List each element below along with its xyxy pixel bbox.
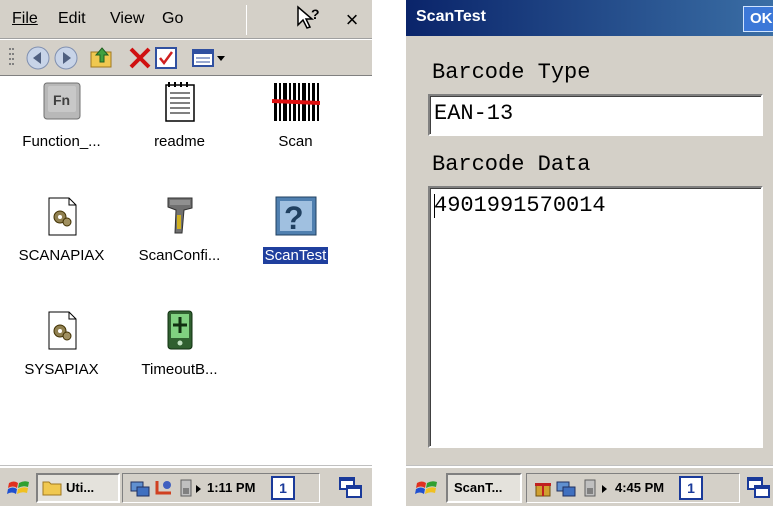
menu-edit[interactable]: Edit bbox=[58, 10, 86, 28]
file-item[interactable]: Fn Function_... bbox=[4, 81, 119, 151]
system-tray: 1:11 PM 1 bbox=[122, 473, 320, 503]
file-item[interactable]: SCANAPIAX bbox=[4, 195, 119, 265]
taskbar: Uti... 1:11 PM 1 bbox=[0, 466, 372, 506]
view-menu-icon[interactable] bbox=[190, 44, 230, 72]
window-title: ScanTest bbox=[416, 8, 486, 25]
delete-icon[interactable] bbox=[126, 44, 154, 72]
file-item[interactable]: SYSAPIAX bbox=[4, 309, 119, 379]
desktop-number[interactable]: 1 bbox=[679, 476, 703, 500]
clock[interactable]: 4:45 PM bbox=[615, 474, 664, 502]
battery-tray-icon[interactable] bbox=[581, 478, 599, 498]
fn-key-icon: Fn bbox=[42, 81, 82, 123]
file-item[interactable]: TimeoutB... bbox=[122, 309, 237, 379]
file-item[interactable]: Scan bbox=[238, 81, 353, 151]
svg-text:?: ? bbox=[311, 6, 320, 22]
menu-bar: File Edit View Go ? × bbox=[0, 0, 372, 39]
right-screen: ScanTest OK Barcode Type EAN-13 Barcode … bbox=[406, 0, 773, 506]
barcode-data-field[interactable]: 4901991570014 bbox=[428, 186, 763, 448]
forward-icon[interactable] bbox=[52, 44, 80, 72]
clock[interactable]: 1:11 PM bbox=[207, 474, 255, 502]
start-windows-icon[interactable] bbox=[6, 475, 32, 501]
file-list: Fn Function_... readme Scan SCANAPIAX Sc… bbox=[0, 77, 372, 457]
barcode-data-label: Barcode Data bbox=[432, 152, 591, 177]
start-windows-icon[interactable] bbox=[414, 475, 440, 501]
close-button[interactable]: × bbox=[334, 5, 370, 35]
menu-separator bbox=[246, 5, 247, 35]
show-desktop-icon[interactable] bbox=[746, 476, 772, 500]
taskbar: ScanT... 4:45 PM 1 bbox=[406, 466, 773, 506]
desktop-number[interactable]: 1 bbox=[271, 476, 295, 500]
back-icon[interactable] bbox=[24, 44, 52, 72]
menu-go[interactable]: Go bbox=[162, 10, 183, 28]
folder-icon bbox=[42, 481, 62, 496]
show-desktop-icon[interactable] bbox=[338, 476, 364, 500]
toolbar bbox=[0, 40, 372, 76]
barcode-type-label: Barcode Type bbox=[432, 60, 591, 85]
battery-tray-icon[interactable] bbox=[177, 478, 195, 498]
unknown-app-icon: ? bbox=[274, 195, 318, 237]
properties-icon[interactable] bbox=[152, 44, 180, 72]
gift-icon[interactable] bbox=[533, 478, 553, 498]
network-icon[interactable] bbox=[129, 478, 151, 498]
battery-icon bbox=[160, 309, 200, 351]
up-folder-icon[interactable] bbox=[88, 44, 116, 72]
toolbar-grip bbox=[8, 44, 16, 72]
title-bar: ScanTest OK bbox=[406, 0, 773, 36]
barcode-icon bbox=[271, 81, 320, 123]
file-item[interactable]: ScanConfi... bbox=[122, 195, 237, 265]
network-icon[interactable] bbox=[555, 478, 577, 498]
tray-expand-icon[interactable] bbox=[195, 484, 203, 494]
help-pointer-icon[interactable]: ? bbox=[290, 5, 326, 35]
task-button-scantest[interactable]: ScanT... bbox=[446, 473, 522, 503]
ok-button[interactable]: OK bbox=[743, 6, 773, 32]
left-screen: File Edit View Go ? × Fn Function_... re… bbox=[0, 0, 372, 506]
settings-file-icon bbox=[42, 195, 82, 237]
svg-text:Fn: Fn bbox=[53, 92, 70, 108]
menu-file[interactable]: File bbox=[12, 10, 38, 28]
sync-icon[interactable] bbox=[153, 477, 175, 499]
file-item-selected[interactable]: ? ScanTest bbox=[238, 195, 353, 265]
text-document-icon bbox=[160, 81, 200, 123]
task-button-utilities[interactable]: Uti... bbox=[36, 473, 120, 503]
scanner-gun-icon bbox=[160, 195, 200, 237]
app-body: Barcode Type EAN-13 Barcode Data 4901991… bbox=[406, 36, 773, 466]
system-tray: 4:45 PM 1 bbox=[526, 473, 740, 503]
settings-file-icon bbox=[42, 309, 82, 351]
barcode-type-field[interactable]: EAN-13 bbox=[428, 94, 763, 136]
file-item[interactable]: readme bbox=[122, 81, 237, 151]
tray-expand-icon[interactable] bbox=[601, 484, 609, 494]
text-caret bbox=[434, 194, 435, 218]
menu-view[interactable]: View bbox=[110, 10, 144, 28]
svg-text:?: ? bbox=[284, 200, 304, 236]
